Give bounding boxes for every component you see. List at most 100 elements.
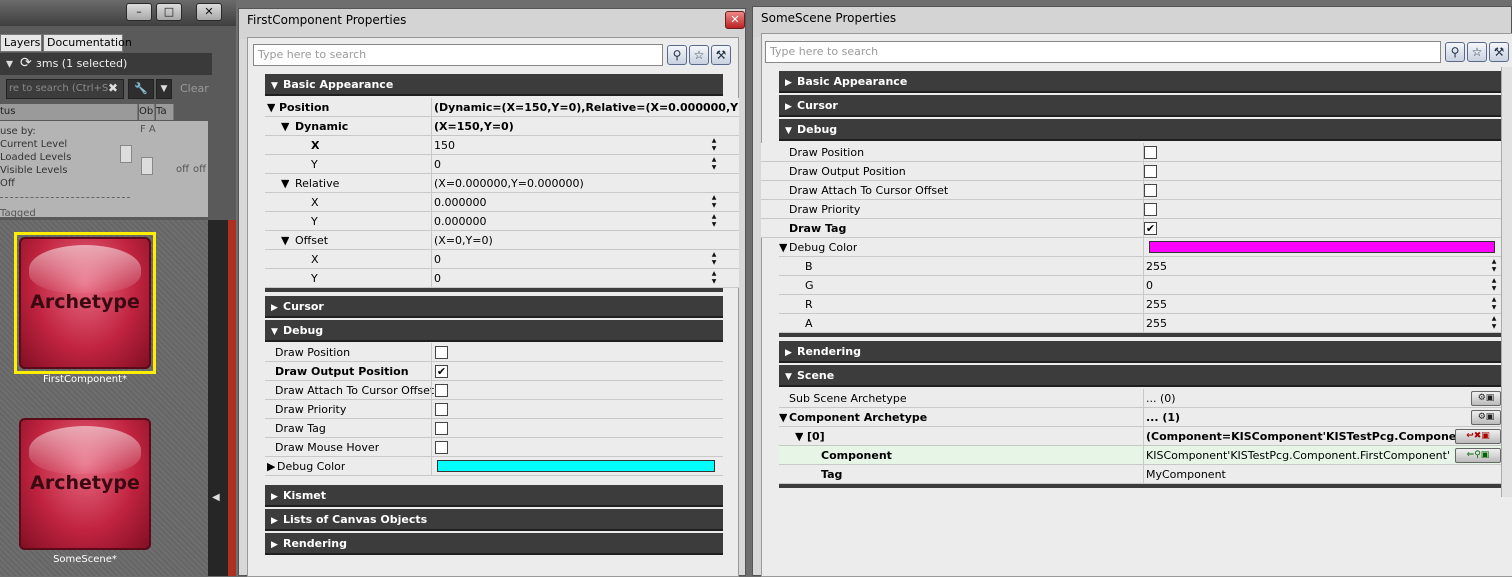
expand-triangle-icon[interactable]: ▶ xyxy=(267,457,275,476)
filter-item[interactable]: Off xyxy=(0,177,15,190)
spinner-icon[interactable]: ▲ ▼ xyxy=(709,194,719,211)
tab-layers[interactable]: Layers xyxy=(0,34,42,52)
prop-offset[interactable]: ▼ Offset (X=0,Y=0) xyxy=(265,231,739,250)
prop-debug-flag[interactable]: Draw Priority xyxy=(761,200,1505,219)
prop-debug-flag[interactable]: Draw Output Position ✔ xyxy=(265,362,723,381)
section-rendering[interactable]: ▶ Rendering xyxy=(265,533,723,555)
section-lists-of-canvas-objects[interactable]: ▶ Lists of Canvas Objects xyxy=(265,509,723,531)
wrench-icon[interactable]: ⚒ xyxy=(711,45,731,65)
favorite-star-icon[interactable]: ☆ xyxy=(1467,42,1487,62)
prop-value[interactable]: 0 xyxy=(1143,276,1487,295)
prop-debug-flag[interactable]: Draw Attach To Cursor Offset xyxy=(761,181,1505,200)
prop-color-g[interactable]: G 0 ▲ ▼ xyxy=(779,276,1505,295)
prop-dynamic-y[interactable]: Y 0 ▲ ▼ xyxy=(265,155,739,174)
section-kismet[interactable]: ▶ Kismet xyxy=(265,485,723,507)
filter-item[interactable]: use by: xyxy=(0,125,36,138)
checkbox[interactable] xyxy=(1144,203,1157,216)
prop-dynamic-x[interactable]: X 150 ▲ ▼ xyxy=(265,136,739,155)
expand-triangle-icon[interactable]: ▼ xyxy=(267,98,275,117)
collapse-triangle-icon[interactable]: ▼ xyxy=(779,238,787,257)
prop-value[interactable]: 0.000000 xyxy=(431,212,711,231)
column-ob[interactable]: Ob xyxy=(139,104,155,120)
filter-dropdown-icon[interactable]: ▼ xyxy=(156,79,172,99)
spinner-icon[interactable]: ▲ ▼ xyxy=(1489,315,1499,332)
prop-value[interactable]: 0 xyxy=(431,250,711,269)
prop-debug-flag[interactable]: Draw Attach To Cursor Offset xyxy=(265,381,723,400)
prop-value[interactable]: 0.000000 xyxy=(431,193,711,212)
prop-color-a[interactable]: A 255 ▲ ▼ xyxy=(779,314,1505,333)
refresh-icon[interactable]: ⟳ xyxy=(20,55,32,71)
prop-debug-color[interactable]: ▼ Debug Color xyxy=(779,238,1505,257)
section-basic-appearance[interactable]: ▶ Basic Appearance xyxy=(779,71,1505,93)
checkbox[interactable] xyxy=(1144,146,1157,159)
close-button[interactable]: ✕ xyxy=(196,3,222,21)
expand-triangle-icon[interactable]: ▼ xyxy=(281,174,289,193)
filter-item[interactable]: Loaded Levels xyxy=(0,151,71,164)
column-status[interactable]: tus xyxy=(0,104,138,120)
prop-array-index-0[interactable]: ▼ [0] (Component=KISComponent'KISTestPcg… xyxy=(779,427,1505,446)
column-ta[interactable]: Ta xyxy=(156,104,174,120)
prop-debug-flag[interactable]: Draw Tag ✔ xyxy=(761,219,1505,238)
spinner-icon[interactable]: ▲ ▼ xyxy=(1489,277,1499,294)
prop-color-r[interactable]: R 255 ▲ ▼ xyxy=(779,295,1505,314)
prop-debug-flag[interactable]: Draw Mouse Hover xyxy=(265,438,723,457)
prop-dynamic[interactable]: ▼ Dynamic (X=150,Y=0) xyxy=(265,117,739,136)
search-input[interactable]: Type here to search xyxy=(253,44,663,66)
left-search-input[interactable]: re to search (Ctrl+S xyxy=(6,79,124,99)
prop-relative-x[interactable]: X 0.000000 ▲ ▼ xyxy=(265,193,739,212)
prop-value[interactable]: MyComponent xyxy=(1143,465,1505,484)
spinner-icon[interactable]: ▲ ▼ xyxy=(709,270,719,287)
wrench-icon[interactable]: ⚒ xyxy=(1489,42,1509,62)
prop-value[interactable]: 255 xyxy=(1143,314,1487,333)
prop-value[interactable]: 255 xyxy=(1143,295,1487,314)
splitter[interactable] xyxy=(228,220,236,576)
vertical-scrollbar[interactable] xyxy=(1501,67,1512,497)
checkbox[interactable] xyxy=(435,422,448,435)
expand-triangle-icon[interactable]: ▼ xyxy=(281,231,289,250)
debug-color-swatch[interactable] xyxy=(1149,241,1495,253)
archetype-thumbnail-first[interactable]: Archetype xyxy=(19,237,151,369)
tab-documentation[interactable]: Documentation xyxy=(43,34,132,52)
prop-debug-flag[interactable]: Draw Position xyxy=(761,143,1505,162)
favorite-star-icon[interactable]: ☆ xyxy=(689,45,709,65)
dropdown-arrow-icon[interactable]: ▾ xyxy=(6,56,13,72)
spinner-icon[interactable]: ▲ ▼ xyxy=(709,137,719,154)
prop-debug-flag[interactable]: Draw Priority xyxy=(265,400,723,419)
prop-debug-color[interactable]: ▶ Debug Color xyxy=(265,457,723,476)
prop-color-b[interactable]: B 255 ▲ ▼ xyxy=(779,257,1505,276)
scroll-thumb[interactable] xyxy=(141,157,153,175)
expand-triangle-icon[interactable]: ▼ xyxy=(281,117,289,136)
section-debug[interactable]: ▼ Debug xyxy=(265,320,723,342)
scroll-thumb[interactable] xyxy=(120,145,132,163)
prop-debug-flag[interactable]: Draw Tag xyxy=(265,419,723,438)
collapse-triangle-icon[interactable]: ▼ xyxy=(779,408,787,427)
section-rendering[interactable]: ▶ Rendering xyxy=(779,341,1505,363)
spinner-icon[interactable]: ▲ ▼ xyxy=(709,251,719,268)
prop-position[interactable]: ▼ Position (Dynamic=(X=150,Y=0),Relative… xyxy=(265,98,739,117)
prop-component-archetype[interactable]: ▼ Component Archetype ... (1) ⚙▣ xyxy=(779,408,1505,427)
prop-value[interactable]: 255 xyxy=(1143,257,1487,276)
prop-relative-y[interactable]: Y 0.000000 ▲ ▼ xyxy=(265,212,739,231)
checkbox[interactable] xyxy=(435,403,448,416)
close-icon[interactable]: ✕ xyxy=(725,11,745,29)
checkbox[interactable] xyxy=(435,441,448,454)
wrench-icon[interactable]: 🔧 xyxy=(128,79,154,99)
checkbox[interactable] xyxy=(435,346,448,359)
checkbox[interactable] xyxy=(1144,165,1157,178)
minimize-button[interactable]: – xyxy=(126,3,152,21)
clear-button[interactable]: Clear xyxy=(180,82,209,95)
filter-item[interactable]: Current Level xyxy=(0,138,67,151)
archetype-thumbnail-scene[interactable]: Archetype xyxy=(19,418,151,550)
debug-color-swatch[interactable] xyxy=(437,460,715,472)
prop-offset-y[interactable]: Y 0 ▲ ▼ xyxy=(265,269,739,288)
section-debug[interactable]: ▼ Debug xyxy=(779,119,1505,141)
checkbox[interactable] xyxy=(1144,184,1157,197)
spinner-icon[interactable]: ▲ ▼ xyxy=(709,156,719,173)
object-picker-icon[interactable]: ⇐⚲▣ xyxy=(1455,448,1501,463)
collapse-triangle-icon[interactable]: ▼ xyxy=(795,427,803,446)
section-scene[interactable]: ▼ Scene xyxy=(779,365,1505,387)
filter-item[interactable]: Visible Levels xyxy=(0,164,67,177)
prop-relative[interactable]: ▼ Relative (X=0.000000,Y=0.000000) xyxy=(265,174,739,193)
checkbox[interactable] xyxy=(435,384,448,397)
section-basic-appearance[interactable]: ▼ Basic Appearance xyxy=(265,74,723,96)
